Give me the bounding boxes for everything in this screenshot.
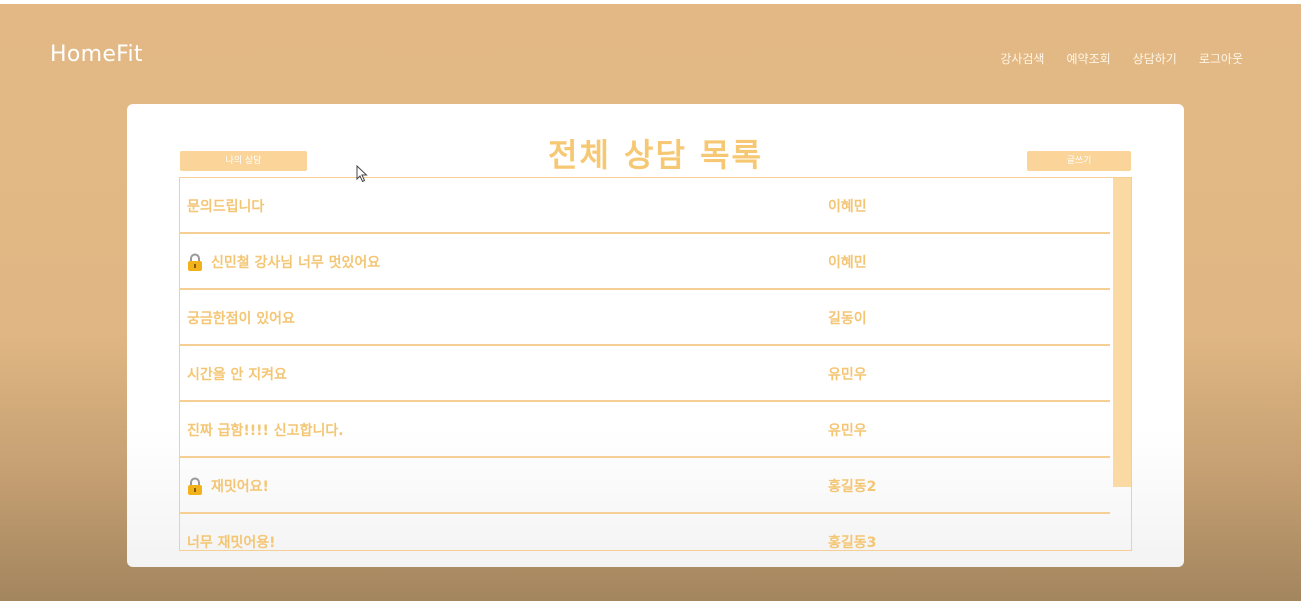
row-title: 재밋어요!: [187, 476, 269, 496]
row-title: 진짜 급함!!!! 신고합니다.: [187, 423, 344, 439]
nav-instructor-search[interactable]: 강사검색: [1000, 50, 1044, 67]
row-author: 이혜민: [828, 199, 867, 215]
top-nav: 강사검색 예약조회 상담하기 로그아웃: [1000, 50, 1243, 67]
row-title: 시간을 안 지켜요: [187, 367, 287, 383]
row-author: 길동이: [828, 311, 867, 327]
list-item[interactable]: 너무 재밋어용! 홍길동3: [180, 514, 1110, 551]
row-title: 신민철 강사님 너무 멋있어요: [187, 252, 380, 272]
list-item[interactable]: 시간을 안 지켜요 유민우: [180, 346, 1110, 402]
mouse-pointer-icon: [356, 165, 368, 183]
nav-logout[interactable]: 로그아웃: [1199, 50, 1243, 67]
write-button[interactable]: 글쓰기: [1027, 151, 1131, 171]
list-item[interactable]: 재밋어요! 홍길동2: [180, 458, 1110, 514]
row-author: 유민우: [828, 367, 867, 383]
consult-list[interactable]: 문의드립니다 이혜민 신민철 강사님 너무 멋있어요 이혜민 궁금한점이 있어요…: [179, 177, 1132, 551]
row-author: 홍길동2: [828, 479, 877, 495]
app-screen: HomeFit 강사검색 예약조회 상담하기 로그아웃 전체 상담 목록 나의 …: [0, 4, 1301, 601]
scrollbar[interactable]: [1113, 178, 1131, 487]
row-author: 유민우: [828, 423, 867, 439]
list-item[interactable]: 신민철 강사님 너무 멋있어요 이혜민: [180, 234, 1110, 290]
list-item[interactable]: 궁금한점이 있어요 길동이: [180, 290, 1110, 346]
list-item[interactable]: 진짜 급함!!!! 신고합니다. 유민우: [180, 402, 1110, 458]
brand-logo[interactable]: HomeFit: [50, 42, 143, 67]
row-title: 문의드립니다: [187, 199, 265, 215]
lock-icon: [187, 253, 203, 271]
lock-icon: [187, 477, 203, 495]
row-title: 궁금한점이 있어요: [187, 311, 295, 327]
row-author: 이혜민: [828, 255, 867, 271]
list-item[interactable]: 문의드립니다 이혜민: [180, 178, 1110, 234]
my-consult-button[interactable]: 나의 상담: [180, 151, 307, 171]
nav-consult[interactable]: 상담하기: [1133, 50, 1177, 67]
row-author: 홍길동3: [828, 535, 877, 551]
consult-card: 전체 상담 목록 나의 상담 글쓰기 문의드립니다 이혜민 신민철 강사님 너무…: [127, 104, 1184, 567]
nav-reservation-check[interactable]: 예약조회: [1066, 50, 1110, 67]
row-title: 너무 재밋어용!: [187, 535, 276, 551]
